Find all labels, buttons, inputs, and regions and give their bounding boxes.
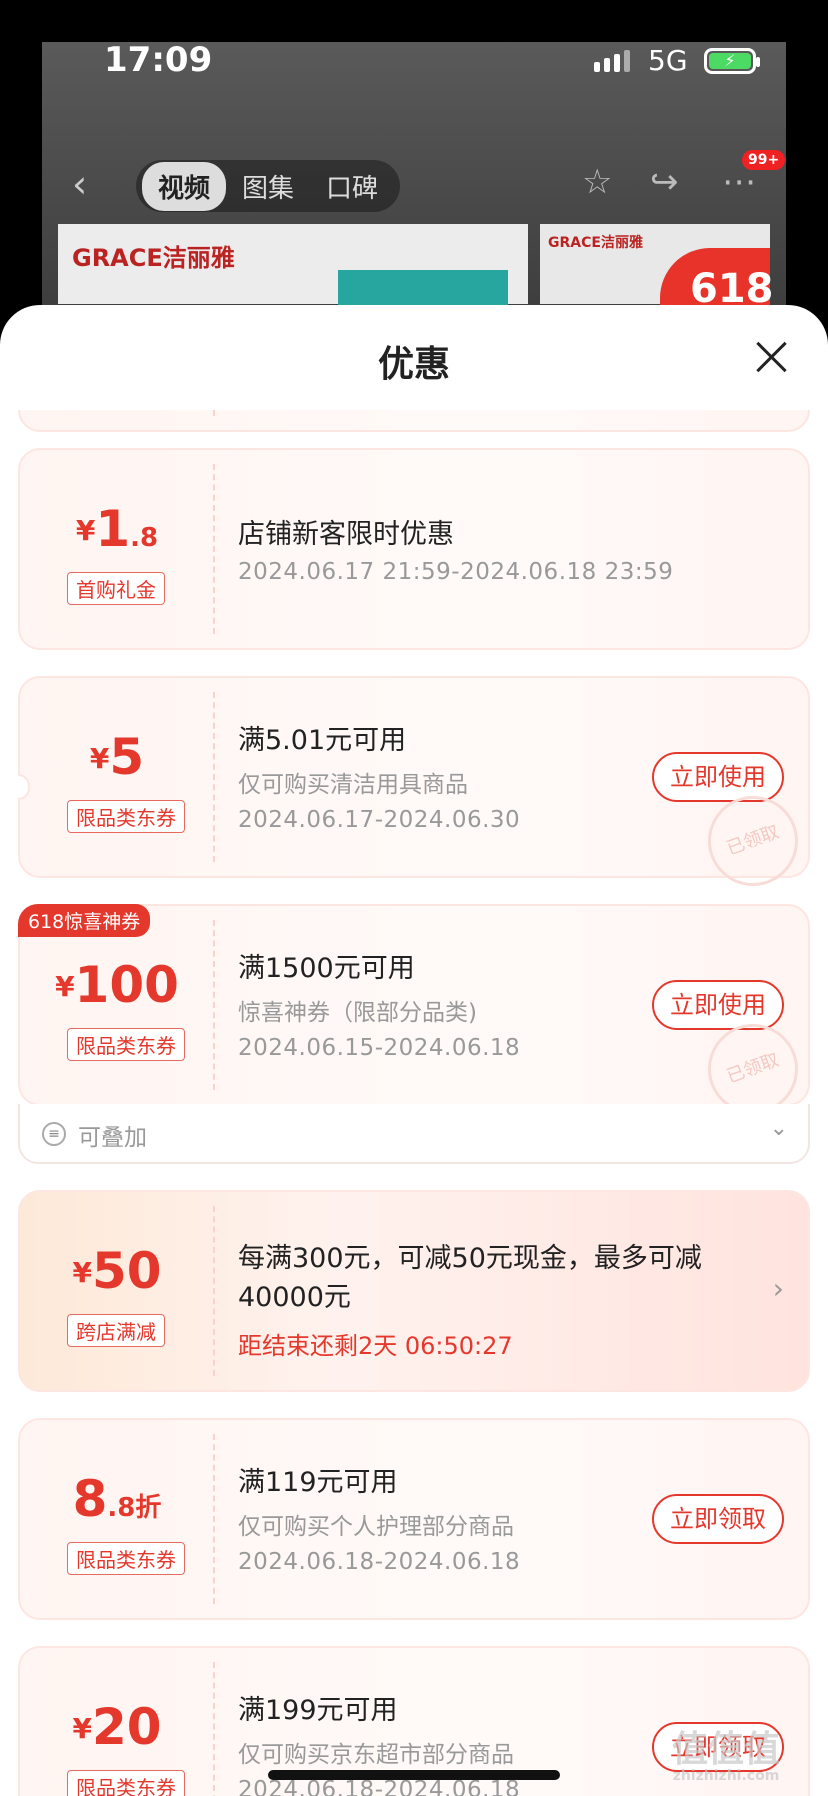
coupon-list[interactable]: ¥1.8 首购礼金 店铺新客限时优惠 2024.06.17 21:59-2024… <box>0 410 828 1796</box>
chevron-down-icon[interactable]: ⌄ <box>770 1116 788 1141</box>
coupon-desc: 惊喜神券（限部分品类) <box>238 1000 477 1026</box>
top-nav: ‹ 视频 图集 口碑 ☆ ↪ ⋯ 99+ <box>42 150 786 220</box>
stackable-label: 可叠加 <box>78 1125 147 1151</box>
stackable-row[interactable]: ≡ 可叠加 ⌄ <box>18 1104 810 1164</box>
coupon-amount: ¥5 <box>89 728 145 786</box>
network-label: 5G <box>648 44 688 77</box>
watermark-main: 值值值 <box>672 1729 781 1770</box>
battery-icon: ⚡ <box>704 48 760 74</box>
coupon-type-tag: 限品类东券 <box>67 1028 185 1061</box>
coupon-amount: 8.8折 <box>72 1470 162 1528</box>
coupon-title: 满119元可用 <box>238 1467 398 1498</box>
coupon-info: 满119元可用 仅可购买个人护理部分商品 2024.06.18-2024.06.… <box>238 1460 520 1575</box>
coupon-date: 2024.06.15-2024.06.18 <box>238 1035 521 1061</box>
card-divider <box>213 464 215 634</box>
card-divider <box>213 1206 215 1376</box>
corner-promo-tag: 618惊喜神券 <box>18 904 151 937</box>
coupon-amount: ¥50 <box>72 1242 162 1300</box>
status-time: 17:09 <box>104 40 213 80</box>
coupon-date: 2024.06.18-2024.06.18 <box>238 1549 521 1575</box>
stack-icon: ≡ <box>42 1122 66 1146</box>
coupon-sheet: 优惠 ¥1.8 首购礼金 店铺新客限时优惠 2024.06.17 21:59-2… <box>0 305 828 1796</box>
coupon-title: 满1500元可用 <box>238 953 415 984</box>
card-divider <box>213 1662 215 1796</box>
coupon-date: 2024.06.17 21:59-2024.06.18 23:59 <box>238 559 674 585</box>
tab-reviews[interactable]: 口碑 <box>310 162 394 211</box>
brand-logo-small: GRACE洁丽雅 <box>548 235 643 251</box>
coupon-type-tag: 跨店满减 <box>67 1314 165 1347</box>
coupon-card[interactable]: 8.8折 限品类东券 满119元可用 仅可购买个人护理部分商品 2024.06.… <box>18 1418 810 1620</box>
chevron-right-icon[interactable]: › <box>773 1272 784 1305</box>
coupon-card-partial <box>18 410 810 432</box>
coupon-amount: ¥100 <box>55 956 179 1014</box>
coupon-info: 满1500元可用 惊喜神券（限部分品类) 2024.06.15-2024.06.… <box>238 946 520 1061</box>
card-divider <box>213 1434 215 1604</box>
coupon-card[interactable]: ¥1.8 首购礼金 店铺新客限时优惠 2024.06.17 21:59-2024… <box>18 448 810 650</box>
countdown-text: 距结束还剩2天 06:50:27 <box>238 1332 513 1360</box>
coupon-info: 每满300元，可减50元现金，最多可减 40000元 距结束还剩2天 06:50… <box>238 1236 702 1361</box>
coupon-amount: ¥1.8 <box>75 500 159 558</box>
tab-gallery[interactable]: 图集 <box>226 162 310 211</box>
coupon-card[interactable]: ¥50 跨店满减 每满300元，可减50元现金，最多可减 40000元 距结束还… <box>18 1190 810 1392</box>
sheet-title: 优惠 <box>377 344 450 385</box>
star-icon[interactable]: ☆ <box>582 162 612 202</box>
coupon-desc: 仅可购买个人护理部分商品 <box>238 1514 514 1540</box>
coupon-title-line1: 每满300元，可减50元现金，最多可减 <box>238 1243 702 1274</box>
back-icon[interactable]: ‹ <box>72 162 87 206</box>
coupon-title: 满5.01元可用 <box>238 725 407 756</box>
home-indicator[interactable] <box>268 1770 560 1780</box>
use-now-button[interactable]: 立即使用 <box>652 752 784 802</box>
signal-icon <box>594 50 630 72</box>
brand-logo: GRACE洁丽雅 <box>72 244 235 272</box>
coupon-amount: ¥20 <box>72 1698 162 1756</box>
product-image <box>338 270 508 310</box>
card-divider <box>213 920 215 1090</box>
status-bar: 17:09 5G ⚡ <box>0 0 828 130</box>
card-divider <box>213 410 215 416</box>
coupon-desc: 仅可购买清洁用具商品 <box>238 772 468 798</box>
tab-video[interactable]: 视频 <box>142 161 227 211</box>
share-icon[interactable]: ↪ <box>650 162 679 202</box>
media-tabs: 视频 图集 口碑 <box>136 160 401 212</box>
coupon-title-line2: 40000元 <box>238 1282 351 1313</box>
card-divider <box>213 692 215 862</box>
coupon-type-tag: 限品类东券 <box>67 1542 185 1575</box>
coupon-type-tag: 限品类东券 <box>67 1770 185 1796</box>
coupon-card[interactable]: ¥5 限品类东券 满5.01元可用 仅可购买清洁用具商品 2024.06.17-… <box>18 676 811 899</box>
close-icon[interactable] <box>754 339 790 375</box>
claim-now-button[interactable]: 立即领取 <box>652 1494 784 1544</box>
watermark-sub: zhizhizhi.com <box>672 1768 780 1784</box>
coupon-type-tag: 限品类东券 <box>67 800 185 833</box>
coupon-info: 店铺新客限时优惠 2024.06.17 21:59-2024.06.18 23:… <box>238 512 673 585</box>
coupon-info: 满5.01元可用 仅可购买清洁用具商品 2024.06.17-2024.06.3… <box>238 718 520 833</box>
notification-badge: 99+ <box>742 150 786 170</box>
coupon-date: 2024.06.17-2024.06.30 <box>238 807 521 833</box>
coupon-type-tag: 首购礼金 <box>67 572 165 605</box>
watermark: 值值值 zhizhizhi.com <box>672 1720 780 1784</box>
coupon-title: 满199元可用 <box>238 1695 398 1726</box>
use-now-button[interactable]: 立即使用 <box>652 980 784 1030</box>
coupon-title: 店铺新客限时优惠 <box>238 519 454 550</box>
coupon-desc: 仅可购买京东超市部分商品 <box>238 1742 514 1768</box>
coupon-card[interactable]: 618惊喜神券 ¥100 限品类东券 满1500元可用 惊喜神券（限部分品类) … <box>18 904 811 1127</box>
